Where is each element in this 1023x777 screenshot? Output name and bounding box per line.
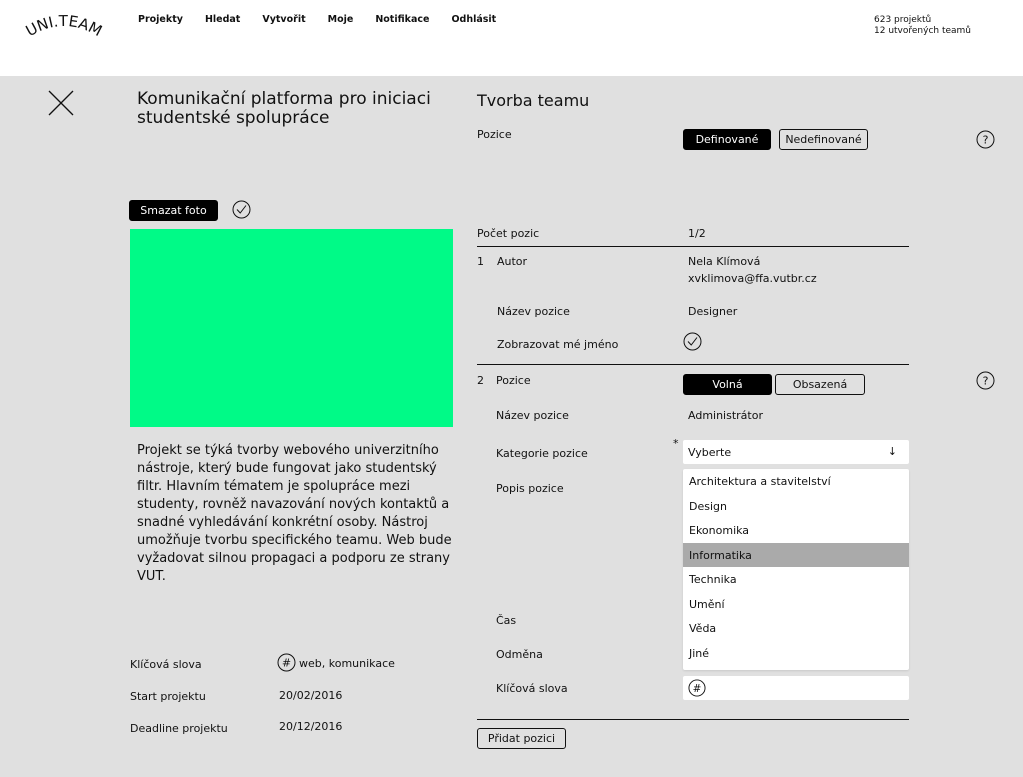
keywords-label: Klíčová slova [130, 658, 202, 671]
category-option[interactable]: Architektura a stavitelství [683, 469, 909, 493]
position-1-role: Autor [497, 255, 528, 268]
position-1-name-label: Název pozice [497, 305, 570, 318]
uni-team-logo[interactable]: UNI.TEAM [18, 12, 110, 52]
category-dropdown: Architektura a stavitelství Design Ekono… [683, 469, 909, 670]
delete-photo-button[interactable]: Smazat foto [129, 200, 218, 221]
position-2-name-value: Administrátor [688, 409, 763, 422]
time-label: Čas [496, 614, 517, 627]
teams-count: 12 utvořených teamů [874, 26, 972, 36]
svg-text:?: ? [983, 134, 989, 147]
svg-text:UNI.TEAM: UNI.TEAM [23, 12, 105, 40]
description-label: Popis pozice [496, 482, 564, 495]
free-toggle[interactable]: Volná [683, 374, 772, 395]
required-mark: * [673, 437, 679, 450]
svg-text:#: # [693, 683, 702, 695]
position-2-name-label: Název pozice [496, 409, 569, 422]
nav-vytvorit[interactable]: Vytvořit [262, 14, 305, 25]
divider [477, 246, 909, 247]
help-icon[interactable]: ? [976, 371, 995, 390]
category-option[interactable]: Umění [683, 592, 909, 616]
hashtag-icon: # [688, 679, 706, 697]
category-option[interactable]: Technika [683, 567, 909, 591]
svg-text:#: # [282, 657, 291, 670]
defined-toggle[interactable]: Definované [683, 129, 771, 150]
hashtag-icon: # [277, 653, 296, 672]
position-2-role: Pozice [496, 374, 531, 387]
close-icon[interactable] [48, 90, 74, 116]
category-select-value: Vyberte [688, 445, 732, 459]
nav-moje[interactable]: Moje [328, 14, 354, 25]
show-name-label: Zobrazovat mé jméno [497, 338, 619, 351]
deadline-value: 20/12/2016 [279, 720, 343, 733]
header: UNI.TEAM Projekty Hledat Vytvořit Moje N… [0, 0, 1023, 76]
nav-projekty[interactable]: Projekty [138, 14, 183, 25]
project-description: Projekt se týká tvorby webového univerzi… [137, 443, 452, 584]
category-option[interactable]: Věda [683, 616, 909, 640]
position-keywords-input[interactable]: # [683, 676, 909, 700]
position-1-number: 1 [477, 255, 484, 268]
nav-hledat[interactable]: Hledat [205, 14, 240, 25]
undefined-toggle[interactable]: Nedefinované [779, 129, 868, 150]
position-1-name-value: Designer [688, 305, 738, 318]
main-nav: Projekty Hledat Vytvořit Moje Notifikace… [138, 14, 518, 25]
nav-odhlasit[interactable]: Odhlásit [451, 14, 496, 25]
divider [477, 719, 909, 720]
category-label: Kategorie pozice [496, 447, 588, 460]
start-label: Start projektu [130, 690, 206, 703]
check-icon[interactable] [232, 200, 251, 219]
nav-notifikace[interactable]: Notifikace [375, 14, 429, 25]
positions-label: Pozice [477, 128, 512, 141]
position-2-number: 2 [477, 374, 484, 387]
category-option[interactable]: Jiné [683, 641, 909, 665]
add-position-button[interactable]: Přidat pozici [477, 728, 566, 749]
projects-count: 623 projektů [874, 15, 932, 25]
project-photo [130, 229, 453, 427]
help-icon[interactable]: ? [976, 130, 995, 149]
category-option-selected[interactable]: Informatika [683, 543, 909, 567]
deadline-label: Deadline projektu [130, 722, 228, 735]
author-email: xvklimova@ffa.vutbr.cz [688, 272, 817, 285]
position-count-label: Počet pozic [477, 227, 540, 240]
taken-toggle[interactable]: Obsazená [775, 374, 865, 395]
reward-label: Odměna [496, 648, 543, 661]
author-name: Nela Klímová [688, 255, 761, 268]
site-stats: 623 projektů 12 utvořených teamů [874, 15, 971, 37]
team-section-title: Tvorba teamu [477, 91, 590, 110]
show-name-check-icon[interactable] [683, 332, 702, 351]
svg-text:?: ? [983, 375, 989, 388]
category-select[interactable]: Vyberte ↓ [683, 440, 909, 464]
divider [477, 364, 909, 365]
position-count-value: 1/2 [688, 227, 706, 240]
position-keywords-label: Klíčová slova [496, 682, 568, 695]
arrow-down-icon: ↓ [887, 445, 897, 458]
category-option[interactable]: Ekonomika [683, 518, 909, 542]
category-option[interactable]: Design [683, 494, 909, 518]
project-title: Komunikační platforma pro iniciaci stude… [137, 89, 431, 128]
start-value: 20/02/2016 [279, 689, 343, 702]
keywords-value: web, komunikace [299, 657, 395, 670]
